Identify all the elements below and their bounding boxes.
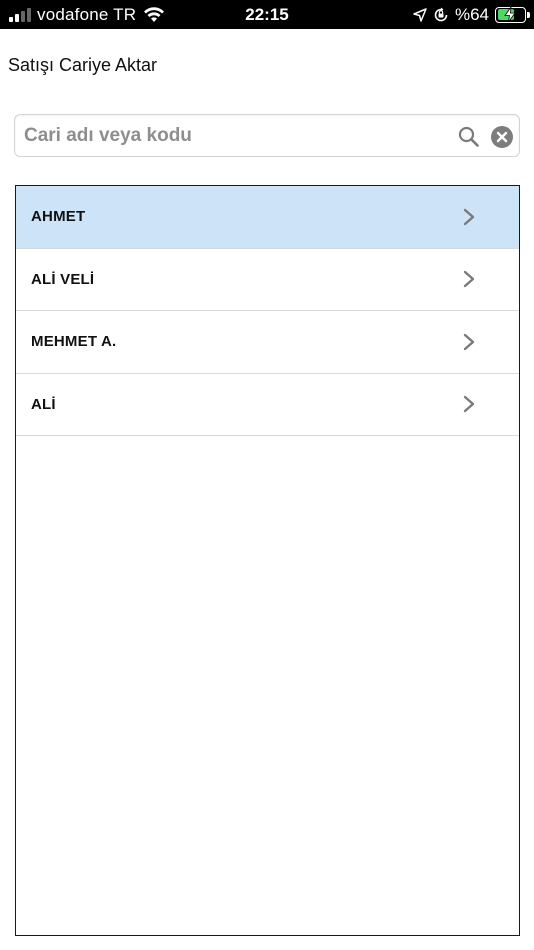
list-item[interactable]: ALİ (16, 373, 519, 436)
search-input[interactable] (24, 121, 444, 151)
list-item[interactable]: MEHMET A. (16, 311, 519, 374)
battery-percentage: %64 (454, 4, 489, 24)
page-title: Satışı Cariye Aktar (8, 55, 158, 75)
chevron-right-icon (463, 208, 475, 225)
search-icon[interactable] (458, 126, 479, 147)
list-item-label: ALİ (31, 395, 56, 413)
list-item-label: MEHMET A. (31, 333, 117, 351)
list-item-label: AHMET (31, 208, 86, 226)
list-item[interactable]: AHMET (16, 186, 519, 249)
location-arrow-icon (413, 7, 427, 22)
charging-bolt-icon (504, 6, 516, 22)
search-bar[interactable] (14, 114, 520, 157)
list-item-label: ALİ VELİ (31, 270, 95, 288)
chevron-right-icon (463, 333, 475, 350)
battery-icon (495, 6, 530, 23)
customer-list: AHMET ALİ VELİ MEHMET A. ALİ (15, 185, 520, 936)
chevron-right-icon (463, 271, 475, 288)
status-bar: vodafone TR 22:15 %64 (0, 0, 534, 29)
rotation-lock-icon (434, 7, 448, 21)
list-item[interactable]: ALİ VELİ (16, 248, 519, 311)
chevron-right-icon (463, 396, 475, 413)
status-bar-right: %64 (413, 0, 530, 29)
clear-icon[interactable] (491, 126, 513, 148)
